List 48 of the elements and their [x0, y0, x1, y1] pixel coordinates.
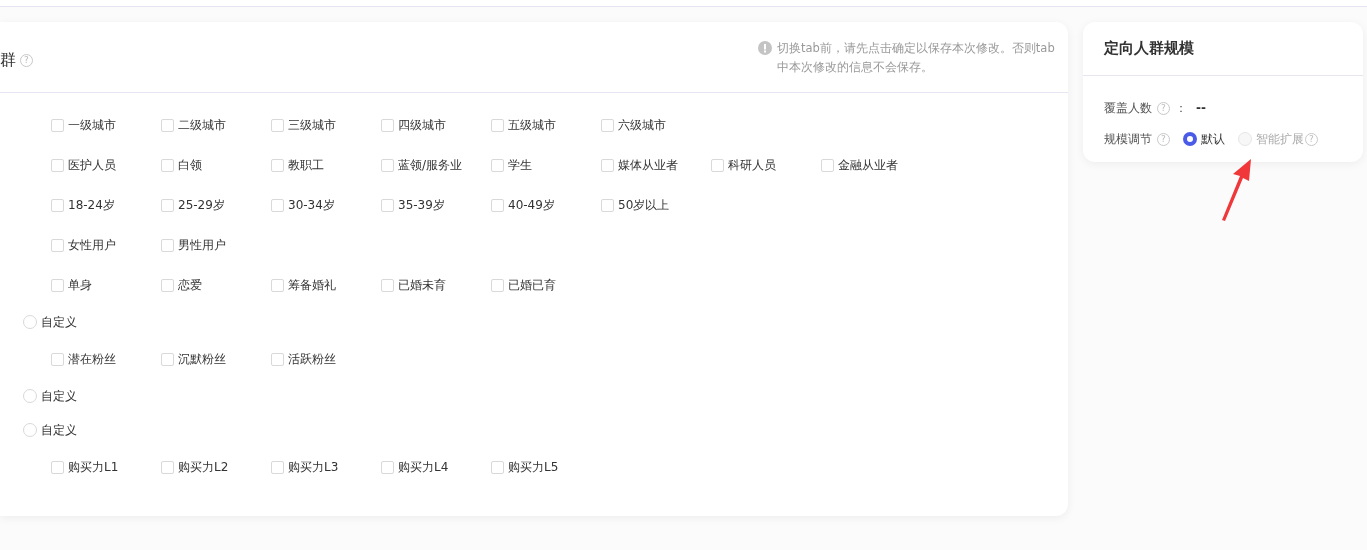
checkbox-option[interactable]: 潜在粉丝: [51, 350, 161, 368]
checkbox-option[interactable]: 已婚未育: [381, 276, 491, 294]
checkbox-option[interactable]: 一级城市: [51, 116, 161, 134]
checkbox-option[interactable]: 35-39岁: [381, 196, 491, 214]
checkbox-option[interactable]: 女性用户: [51, 236, 161, 254]
colon: ：: [1175, 99, 1187, 117]
checkbox-option[interactable]: 购买力L5: [491, 458, 601, 476]
checkbox-option[interactable]: 购买力L2: [161, 458, 271, 476]
warning-icon: [758, 41, 772, 55]
section-title: 群: [0, 50, 16, 71]
coverage-label: 覆盖人数: [1104, 99, 1152, 117]
checkbox-option[interactable]: 医护人员: [51, 156, 161, 174]
checkbox-option[interactable]: 恋爱: [161, 276, 271, 294]
checkbox-option[interactable]: 学生: [491, 156, 601, 174]
checkbox-option[interactable]: 金融从业者: [821, 156, 931, 174]
scale-label: 规模调节: [1104, 130, 1152, 148]
checkbox-option[interactable]: 30-34岁: [271, 196, 381, 214]
checkbox-option[interactable]: 四级城市: [381, 116, 491, 134]
radio-option[interactable]: 自定义: [23, 313, 77, 331]
checkbox-option[interactable]: 教职工: [271, 156, 381, 174]
notice-text: 切换tab前，请先点击确定以保存本次修改。否则tab中本次修改的信息不会保存。: [777, 40, 1056, 76]
checkbox-option[interactable]: 五级城市: [491, 116, 601, 134]
checkbox-option[interactable]: 单身: [51, 276, 161, 294]
checkbox-option[interactable]: 沉默粉丝: [161, 350, 271, 368]
checkbox-option[interactable]: 25-29岁: [161, 196, 271, 214]
radio-option[interactable]: 默认: [1183, 130, 1225, 148]
checkbox-option[interactable]: 购买力L4: [381, 458, 491, 476]
checkbox-option[interactable]: 媒体从业者: [601, 156, 711, 174]
checkbox-option[interactable]: 购买力L3: [271, 458, 381, 476]
panel-title: 定向人群规模: [1104, 39, 1194, 58]
checkbox-option[interactable]: 已婚已育: [491, 276, 601, 294]
checkbox-option[interactable]: 六级城市: [601, 116, 711, 134]
checkbox-option[interactable]: 筹备婚礼: [271, 276, 381, 294]
checkbox-option[interactable]: 活跃粉丝: [271, 350, 381, 368]
checkbox-option[interactable]: 白领: [161, 156, 271, 174]
coverage-value: --: [1196, 101, 1206, 115]
checkbox-option[interactable]: 18-24岁: [51, 196, 161, 214]
checkbox-option[interactable]: 科研人员: [711, 156, 821, 174]
checkbox-option[interactable]: 购买力L1: [51, 458, 161, 476]
checkbox-option[interactable]: 三级城市: [271, 116, 381, 134]
checkbox-option[interactable]: 二级城市: [161, 116, 271, 134]
radio-option[interactable]: 自定义: [23, 387, 77, 405]
checkbox-option[interactable]: 蓝领/服务业: [381, 156, 491, 174]
radio-option[interactable]: 自定义: [23, 421, 77, 439]
checkbox-option[interactable]: 男性用户: [161, 236, 271, 254]
checkbox-option[interactable]: 40-49岁: [491, 196, 601, 214]
checkbox-option[interactable]: 50岁以上: [601, 196, 711, 214]
annotation-arrow: [1220, 158, 1254, 222]
